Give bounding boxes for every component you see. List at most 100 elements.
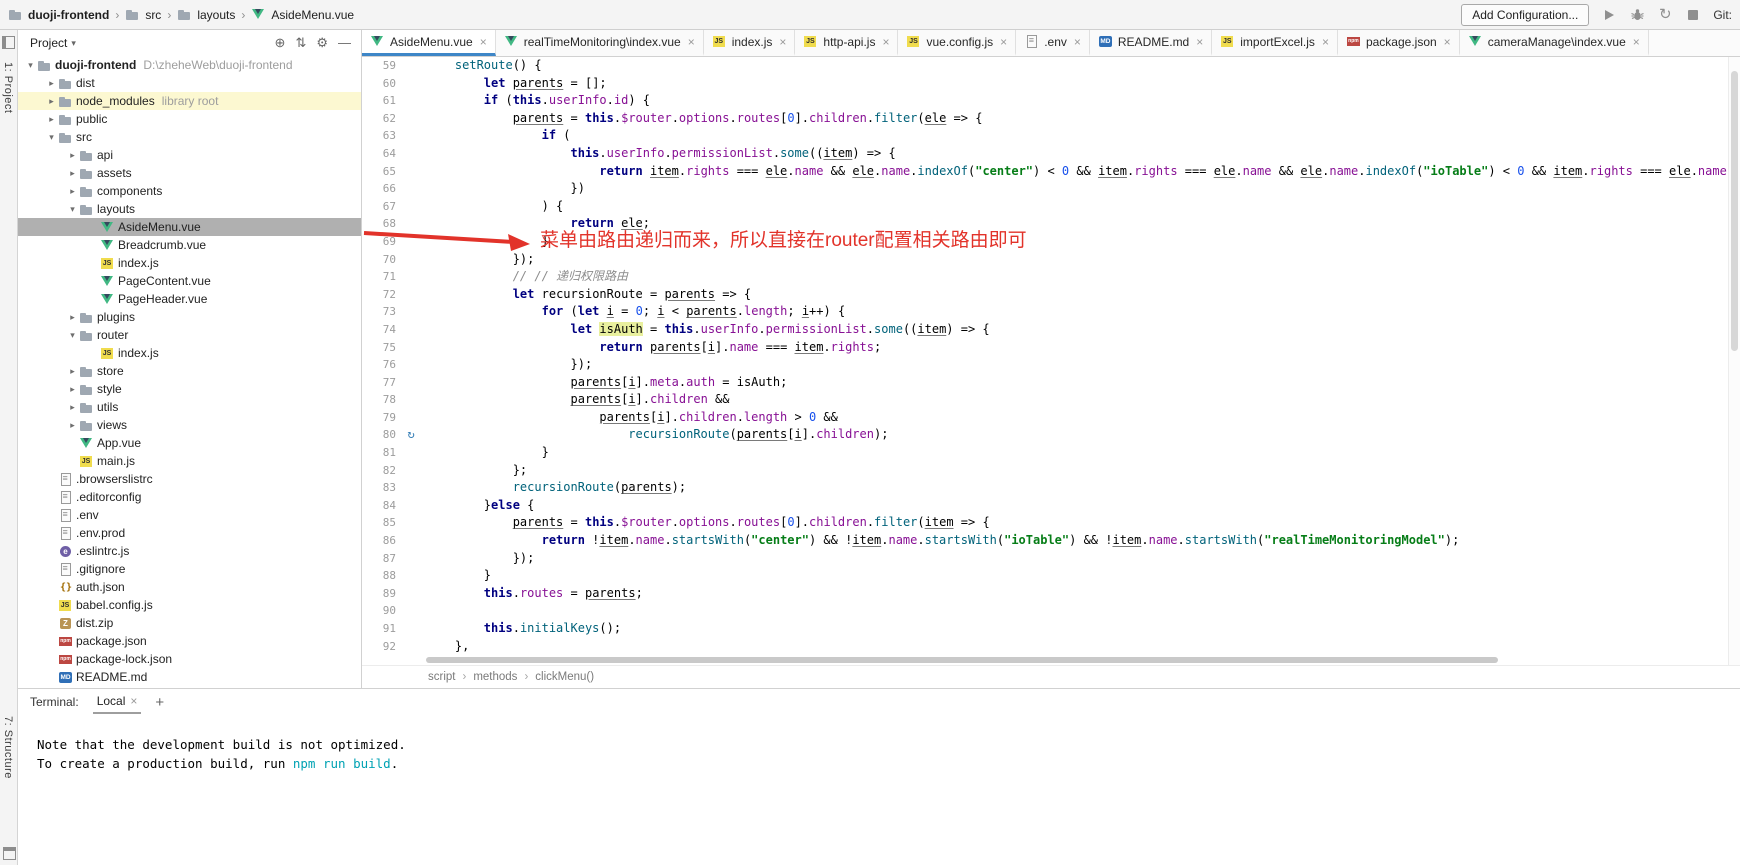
editor-tab-vue.config.js[interactable]: vue.config.js× xyxy=(898,30,1016,56)
chevron-closed-icon[interactable]: ▸ xyxy=(45,114,58,125)
vertical-scrollbar[interactable] xyxy=(1728,57,1740,667)
line-number[interactable]: 87 xyxy=(362,550,396,568)
code-line-64[interactable]: 64 this.userInfo.permissionList.some((it… xyxy=(362,145,1740,163)
editor-tab-cameramanage-index.vue[interactable]: cameraManage\index.vue× xyxy=(1460,30,1649,56)
code-line-91[interactable]: 91 this.initialKeys(); xyxy=(362,620,1740,638)
chevron-closed-icon[interactable]: ▸ xyxy=(66,312,79,323)
close-icon[interactable]: × xyxy=(1444,35,1451,49)
code-line-73[interactable]: 73 for (let i = 0; i < parents.length; i… xyxy=(362,303,1740,321)
refresh-icon[interactable]: ↻ xyxy=(1657,7,1673,23)
line-number[interactable]: 80 xyxy=(362,426,396,444)
tree-item-src[interactable]: ▾src xyxy=(18,128,361,146)
code-line-82[interactable]: 82 }; xyxy=(362,462,1740,480)
line-number[interactable]: 86 xyxy=(362,532,396,550)
code-line-85[interactable]: 85 parents = this.$router.options.routes… xyxy=(362,514,1740,532)
close-icon[interactable]: × xyxy=(1633,35,1640,49)
code-line-80[interactable]: 80↻ recursionRoute(parents[i].children); xyxy=(362,426,1740,444)
editor-tab-asidemenu.vue[interactable]: AsideMenu.vue× xyxy=(362,30,496,56)
chevron-closed-icon[interactable]: ▸ xyxy=(66,384,79,395)
add-configuration-button[interactable]: Add Configuration... xyxy=(1461,4,1589,26)
line-number[interactable]: 79 xyxy=(362,409,396,427)
tree-item-breadcrumb.vue[interactable]: Breadcrumb.vue xyxy=(18,236,361,254)
line-number[interactable]: 78 xyxy=(362,391,396,409)
line-number[interactable]: 61 xyxy=(362,92,396,110)
tree-item-package.json[interactable]: package.json xyxy=(18,632,361,650)
tree-item-store[interactable]: ▸store xyxy=(18,362,361,380)
tree-item-auth.json[interactable]: auth.json xyxy=(18,578,361,596)
code-line-86[interactable]: 86 return !item.name.startsWith("center"… xyxy=(362,532,1740,550)
code-line-74[interactable]: 74 let isAuth = this.userInfo.permission… xyxy=(362,321,1740,339)
code-editor[interactable]: 59 setRoute() {60 let parents = [];61 if… xyxy=(362,57,1740,667)
line-number[interactable]: 60 xyxy=(362,75,396,93)
line-number[interactable]: 91 xyxy=(362,620,396,638)
tree-item-package-lock.json[interactable]: package-lock.json xyxy=(18,650,361,668)
line-number[interactable]: 76 xyxy=(362,356,396,374)
tree-item-pageheader.vue[interactable]: PageHeader.vue xyxy=(18,290,361,308)
horizontal-scrollbar[interactable] xyxy=(426,657,1498,663)
tree-item-readme.md[interactable]: README.md xyxy=(18,668,361,686)
line-number[interactable]: 81 xyxy=(362,444,396,462)
code-line-59[interactable]: 59 setRoute() { xyxy=(362,57,1740,75)
line-number[interactable]: 74 xyxy=(362,321,396,339)
line-number[interactable]: 59 xyxy=(362,57,396,75)
structure-tool-button[interactable]: 7: Structure xyxy=(2,716,14,779)
chevron-closed-icon[interactable]: ▸ xyxy=(66,366,79,377)
tree-item-.browserslistrc[interactable]: .browserslistrc xyxy=(18,470,361,488)
line-number[interactable]: 66 xyxy=(362,180,396,198)
close-icon[interactable]: × xyxy=(688,35,695,49)
editor-tab-realtimemonitoring-index.vue[interactable]: realTimeMonitoring\index.vue× xyxy=(496,30,704,56)
tree-item-node-modules[interactable]: ▸node_moduleslibrary root xyxy=(18,92,361,110)
line-number[interactable]: 77 xyxy=(362,374,396,392)
line-number[interactable]: 62 xyxy=(362,110,396,128)
editor-tab-.env[interactable]: .env× xyxy=(1016,30,1090,56)
code-line-63[interactable]: 63 if ( xyxy=(362,127,1740,145)
code-line-84[interactable]: 84 }else { xyxy=(362,497,1740,515)
project-tool-button[interactable]: 1: Project xyxy=(2,62,14,113)
close-icon[interactable]: × xyxy=(130,694,137,708)
tree-item-assets[interactable]: ▸assets xyxy=(18,164,361,182)
tree-item-pagecontent.vue[interactable]: PageContent.vue xyxy=(18,272,361,290)
close-icon[interactable]: × xyxy=(1000,35,1007,49)
bottom-tool-icon[interactable] xyxy=(3,847,16,860)
line-number[interactable]: 85 xyxy=(362,514,396,532)
line-number[interactable]: 84 xyxy=(362,497,396,515)
code-line-83[interactable]: 83 recursionRoute(parents); xyxy=(362,479,1740,497)
code-line-72[interactable]: 72 let recursionRoute = parents => { xyxy=(362,286,1740,304)
code-line-66[interactable]: 66 }) xyxy=(362,180,1740,198)
project-panel-title[interactable]: Project xyxy=(30,36,67,50)
editor-tab-http-api.js[interactable]: http-api.js× xyxy=(795,30,898,56)
chevron-closed-icon[interactable]: ▸ xyxy=(66,420,79,431)
code-line-89[interactable]: 89 this.routes = parents; xyxy=(362,585,1740,603)
tree-item-router[interactable]: ▾router xyxy=(18,326,361,344)
tree-item-index.js[interactable]: index.js xyxy=(18,344,361,362)
code-line-69[interactable]: 69 } xyxy=(362,233,1740,251)
line-number[interactable]: 64 xyxy=(362,145,396,163)
tree-item-dist.zip[interactable]: dist.zip xyxy=(18,614,361,632)
tree-item-views[interactable]: ▸views xyxy=(18,416,361,434)
breadcrumb-layouts[interactable]: layouts xyxy=(197,8,235,22)
recursion-gutter-icon[interactable]: ↻ xyxy=(396,426,426,444)
tree-item-babel.config.js[interactable]: babel.config.js xyxy=(18,596,361,614)
run-icon[interactable] xyxy=(1601,7,1617,23)
code-line-61[interactable]: 61 if (this.userInfo.id) { xyxy=(362,92,1740,110)
tree-item-app.vue[interactable]: App.vue xyxy=(18,434,361,452)
code-line-70[interactable]: 70 }); xyxy=(362,251,1740,269)
line-number[interactable]: 82 xyxy=(362,462,396,480)
editor-tab-readme.md[interactable]: README.md× xyxy=(1090,30,1212,56)
tree-item-public[interactable]: ▸public xyxy=(18,110,361,128)
tree-item-style[interactable]: ▸style xyxy=(18,380,361,398)
scrollbar-thumb[interactable] xyxy=(1731,71,1738,351)
stop-icon[interactable] xyxy=(1685,7,1701,23)
code-line-88[interactable]: 88 } xyxy=(362,567,1740,585)
terminal-output[interactable]: Note that the development build is not o… xyxy=(18,715,1740,773)
code-line-75[interactable]: 75 return parents[i].name === item.right… xyxy=(362,339,1740,357)
tree-item-.env.prod[interactable]: .env.prod xyxy=(18,524,361,542)
close-icon[interactable]: × xyxy=(1322,35,1329,49)
chevron-open-icon[interactable]: ▾ xyxy=(66,330,79,341)
tree-item-duoji-frontend[interactable]: ▾duoji-frontendD:\zheheWeb\duoji-fronten… xyxy=(18,56,361,74)
breadcrumb-methods[interactable]: methods xyxy=(473,671,517,683)
line-number[interactable]: 68 xyxy=(362,215,396,233)
code-line-76[interactable]: 76 }); xyxy=(362,356,1740,374)
editor-tab-importexcel.js[interactable]: importExcel.js× xyxy=(1212,30,1338,56)
line-number[interactable]: 71 xyxy=(362,268,396,286)
